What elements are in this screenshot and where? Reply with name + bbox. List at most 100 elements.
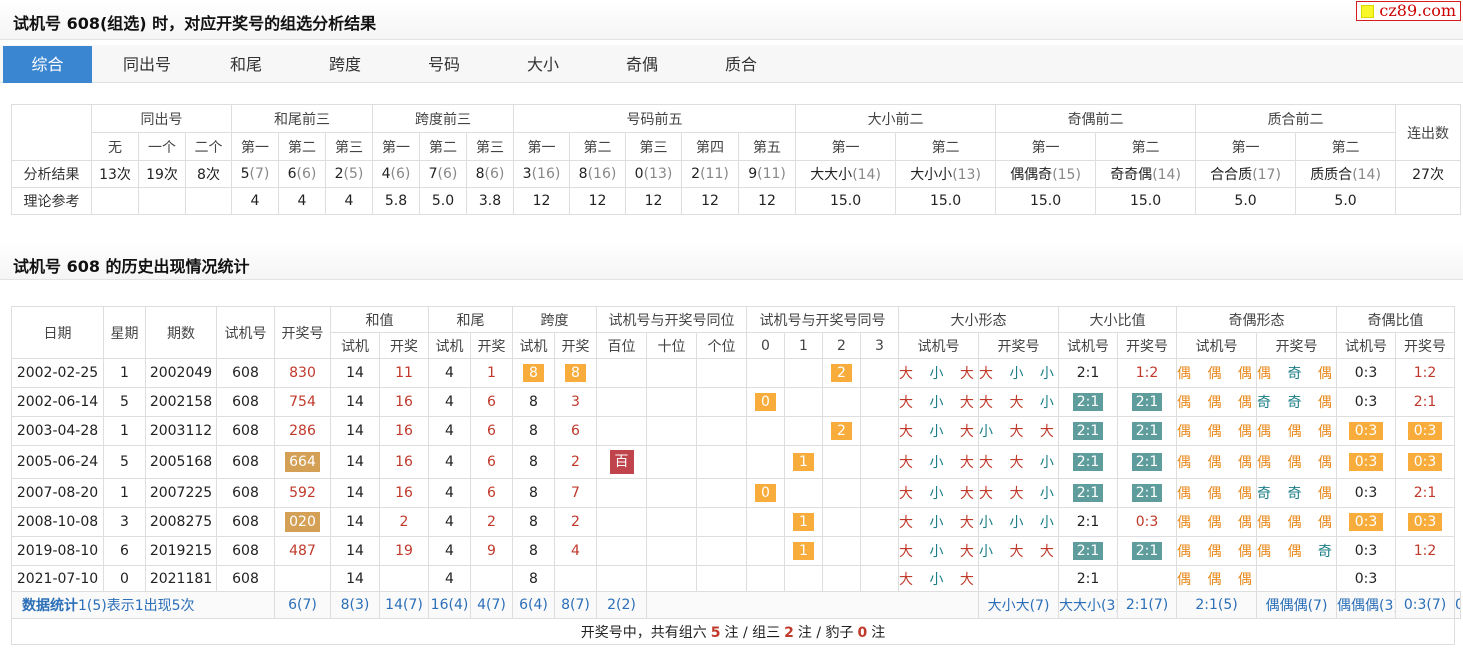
cell-text: 1:2 [1413, 543, 1437, 559]
tail-cell [470, 565, 513, 592]
pattern-char: 奇 [1287, 486, 1308, 502]
cell-text: 0:3 [1354, 543, 1378, 559]
same-number-cell [784, 565, 824, 592]
tab-kuadu[interactable]: 跨度 [300, 46, 390, 83]
pattern-char [1029, 366, 1039, 382]
summary-result-cell: 2(11) [681, 160, 740, 188]
result-value: 7 [428, 166, 438, 182]
footer-nb: 0 [857, 624, 868, 641]
tab-daxiao[interactable]: 大小 [498, 46, 588, 83]
history-subheader: 1 [784, 332, 824, 359]
footer-post: 注 [871, 624, 886, 641]
pattern-char: 小 [929, 424, 950, 440]
summary-table: 同出号 和尾前三 跨度前三 号码前五 大小前二 奇偶前二 质合前二 连出数 无一… [11, 104, 1462, 215]
result-count: (13) [643, 166, 673, 182]
tab-jiou[interactable]: 奇偶 [597, 46, 687, 83]
stats-cell: 0:3(3) [1454, 591, 1461, 619]
same-position-cell [695, 387, 748, 417]
cell-text: 2 [399, 514, 409, 530]
sum-cell: 16 [379, 478, 429, 508]
pattern-char [1197, 424, 1207, 440]
cell-text: 大 大 小 [980, 455, 1058, 471]
pattern-char [1197, 395, 1207, 411]
section-title-bar: 试机号 608 的历史出现情况统计 [0, 240, 1463, 280]
sum-cell [379, 565, 429, 592]
cell-text: 百 [609, 450, 634, 474]
stats-empty [645, 591, 980, 619]
size-pattern-cell: 大 小 大 [898, 565, 980, 592]
summary-theory-cell: 4 [325, 187, 374, 215]
odd-even-pattern-cell: 偶 奇 偶 [1256, 358, 1338, 388]
cell-text: 2:1 [1072, 453, 1104, 471]
pattern-char: 小 [929, 515, 950, 531]
size-pattern-cell: 大 小 大 [898, 416, 980, 446]
tail-cell: 6 [470, 416, 513, 446]
tab-haoma[interactable]: 号码 [399, 46, 489, 83]
summary-subheader: 第二 [419, 132, 468, 161]
size-pattern-cell: 小 大 大 [978, 416, 1060, 446]
history-subheader: 开奖 [470, 332, 513, 359]
tab-tongchuhao[interactable]: 同出号 [102, 46, 192, 83]
cell-text: 608 [232, 394, 259, 410]
stats-cell: 2:1(7) [1117, 591, 1178, 619]
summary-result-cell: 奇奇偶(14) [1095, 160, 1197, 188]
summary-subheader: 第一 [372, 132, 421, 161]
cell-text: 2007-08-20 [16, 485, 99, 501]
result-count: (16) [587, 166, 617, 182]
pattern-char: 奇 [1287, 366, 1308, 382]
summary-result-cell: 19次 [138, 160, 186, 188]
sum-cell: 11 [379, 358, 429, 388]
result-count: (16) [531, 166, 561, 182]
tab-zhihe[interactable]: 质合 [696, 46, 786, 83]
cell-text: 14 [346, 570, 364, 587]
same-number-cell [784, 358, 824, 388]
summary-theory-cell [1395, 187, 1462, 215]
draw-number-cell: 286 [274, 416, 331, 446]
pattern-char: 偶 [1177, 455, 1198, 471]
pattern-char [1277, 395, 1287, 411]
summary-theory-cell: 4 [278, 187, 327, 215]
odd-even-ratio-cell [1395, 565, 1456, 592]
tab-zonghe[interactable]: 综合 [3, 46, 92, 83]
stats-cell: 8(7) [554, 591, 597, 619]
cell-text: 大 小 小 [979, 366, 1058, 382]
result-value: 6 [287, 166, 297, 182]
history-subheader: 开奖号 [1117, 332, 1178, 359]
same-position-cell [646, 358, 697, 388]
odd-even-pattern-cell: 偶 偶 偶 [1176, 445, 1258, 479]
result-value: 大大小 [810, 167, 853, 183]
result-value: 大小小 [910, 167, 953, 183]
site-logo[interactable]: cz89.com [1356, 1, 1461, 21]
tab-hewei[interactable]: 和尾 [201, 46, 291, 83]
odd-even-ratio-cell: 0:3 [1336, 387, 1397, 417]
cell-text: 小 大 大 [980, 544, 1058, 560]
pattern-char: 偶 [1237, 486, 1257, 502]
cell-text: 608 [232, 570, 259, 587]
same-number-cell: 2 [822, 416, 862, 446]
cell-text: 小 小 小 [980, 515, 1058, 531]
summary-subheader: 第一 [231, 132, 280, 161]
cell-text: 8 [529, 485, 538, 501]
odd-even-pattern-cell: 偶 偶 偶 [1176, 536, 1258, 566]
pattern-char: 小 [929, 486, 950, 502]
size-pattern-cell: 大 小 大 [898, 536, 980, 566]
cell-text: 大 小 大 [900, 366, 978, 382]
cell-text: 8 [529, 454, 538, 470]
size-ratio-cell: 2:1 [1058, 507, 1119, 537]
cell-text: 小 大 大 [980, 424, 1058, 440]
cell-text: 3 [120, 514, 129, 530]
summary-result-cell: 偶偶奇(15) [995, 160, 1097, 188]
issue-cell: 2002158 [145, 387, 217, 417]
test-number-cell: 608 [216, 387, 275, 417]
same-position-cell [596, 536, 647, 566]
tail-cell: 4 [428, 565, 471, 592]
pattern-char: 大 [1009, 544, 1030, 560]
logo-square-icon [1361, 5, 1375, 18]
pattern-char: 大 [979, 366, 1000, 382]
cell-text: 16 [395, 394, 413, 410]
same-number-cell: 1 [784, 445, 824, 479]
same-number-cell [746, 445, 786, 479]
pattern-char [1197, 366, 1207, 382]
cell-text: 2019215 [149, 543, 213, 559]
history-subheader: 试机号 [1176, 332, 1258, 359]
